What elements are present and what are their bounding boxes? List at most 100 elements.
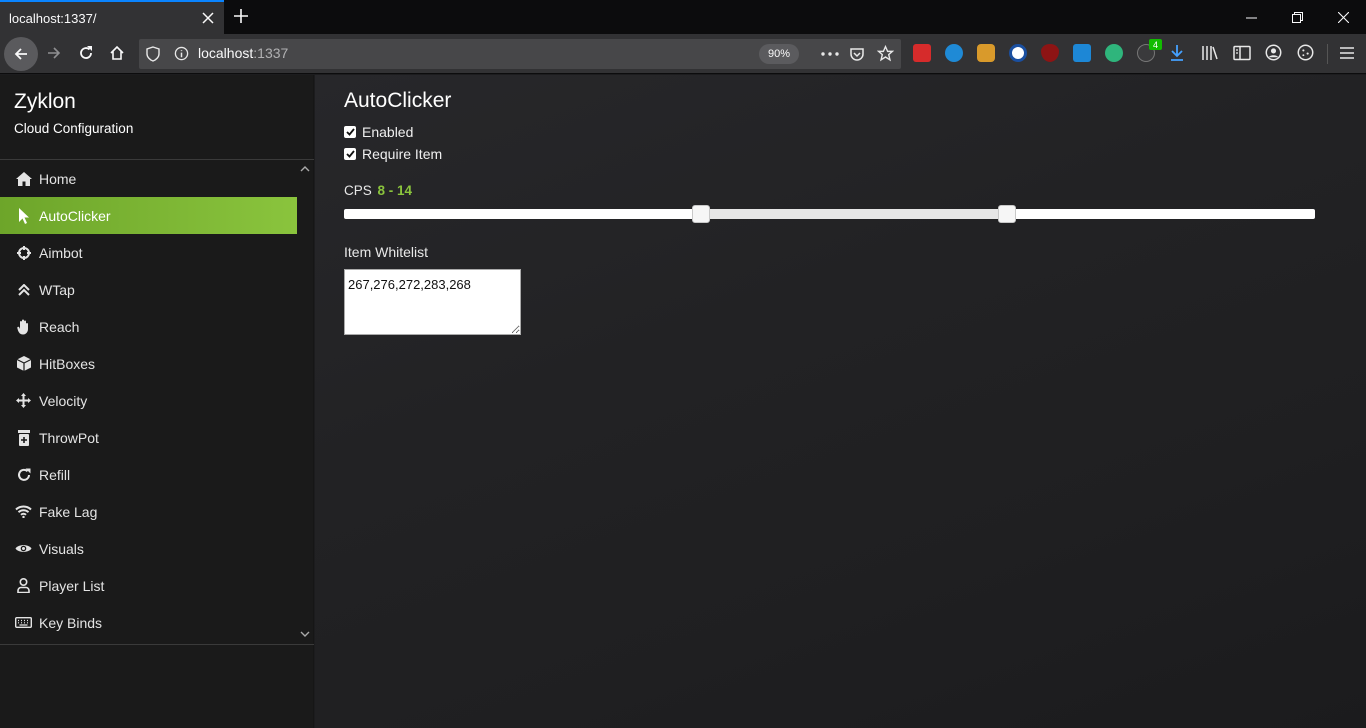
extension-ublock-icon[interactable] [1041, 44, 1059, 62]
sidebar: Zyklon Cloud Configuration Home AutoClic… [0, 75, 314, 728]
sidebar-item-label: Player List [39, 577, 105, 594]
cps-label-row: CPS 8 - 14 [344, 183, 412, 198]
enabled-label: Enabled [362, 124, 414, 140]
extension-lastpass-icon[interactable] [913, 44, 931, 62]
extension-figure-icon[interactable] [977, 44, 995, 62]
sidebar-divider [0, 644, 314, 645]
home-icon [110, 45, 124, 60]
cursor-icon [15, 207, 32, 224]
url-text: localhost:1337 [198, 45, 288, 61]
cps-label: CPS [344, 183, 372, 198]
keyboard-icon [15, 614, 32, 631]
extension-globe-icon[interactable] [945, 44, 963, 62]
download-icon[interactable] [1169, 44, 1185, 62]
scroll-down-icon[interactable] [300, 629, 310, 639]
bookmark-star-icon[interactable] [877, 45, 894, 62]
back-button[interactable] [4, 37, 38, 71]
tab-title: localhost:1337/ [9, 10, 97, 26]
sidebar-item-wtap[interactable]: WTap [0, 271, 297, 308]
sidebar-item-label: Visuals [39, 540, 84, 557]
sidebar-item-label: Reach [39, 318, 80, 335]
brand-subtitle: Cloud Configuration [14, 121, 134, 136]
eye-icon [15, 540, 32, 557]
cps-range-slider[interactable] [344, 205, 1315, 223]
sidebar-item-throwpot[interactable]: ThrowPot [0, 419, 297, 456]
sidebar-item-refill[interactable]: Refill [0, 456, 297, 493]
sidebar-item-label: Fake Lag [39, 503, 98, 520]
shield-icon[interactable] [146, 46, 160, 62]
account-icon[interactable] [1265, 44, 1282, 61]
sidebar-item-label: HitBoxes [39, 355, 96, 372]
browser-tab[interactable]: localhost:1337/ [0, 0, 224, 34]
arrows-move-icon [15, 392, 32, 409]
url-port: :1337 [253, 45, 289, 61]
extension-sync-icon[interactable] [1105, 44, 1123, 62]
enabled-checkbox-row[interactable]: Enabled [344, 124, 413, 140]
checkmark-icon [345, 150, 355, 158]
sidebar-item-autoclicker[interactable]: AutoClicker [0, 197, 297, 234]
zoom-level-badge[interactable]: 90% [759, 44, 799, 64]
tab-close-icon[interactable] [196, 6, 220, 30]
sidebar-item-reach[interactable]: Reach [0, 308, 297, 345]
crosshair-icon [15, 244, 32, 261]
cps-max-handle[interactable] [998, 205, 1016, 223]
sidebar-item-label: Velocity [39, 392, 88, 409]
reload-icon [80, 46, 92, 59]
browser-toolbar: localhost:1337 90% 4 [0, 34, 1366, 74]
home-button[interactable] [102, 38, 132, 68]
sidebar-item-key-binds[interactable]: Key Binds [0, 604, 297, 641]
restore-icon[interactable] [1274, 0, 1320, 34]
sidebar-item-hitboxes[interactable]: HitBoxes [0, 345, 297, 382]
potion-icon [15, 429, 32, 446]
url-bar[interactable]: localhost:1337 90% [139, 39, 901, 69]
sidebar-item-player-list[interactable]: Player List [0, 567, 297, 604]
browser-tab-bar: localhost:1337/ [0, 0, 1366, 34]
wifi-icon [15, 503, 32, 520]
sidebar-toggle-icon[interactable] [1233, 45, 1251, 61]
page-content: Zyklon Cloud Configuration Home AutoClic… [0, 75, 1366, 728]
sidebar-item-label: ThrowPot [39, 429, 99, 446]
require-item-checkbox-row[interactable]: Require Item [344, 146, 442, 162]
new-tab-icon[interactable] [228, 3, 254, 29]
forward-button[interactable] [39, 38, 69, 68]
require-item-label: Require Item [362, 146, 443, 162]
back-arrow-icon [14, 48, 27, 60]
url-host: localhost [198, 45, 254, 61]
hand-icon [15, 318, 32, 335]
sidebar-item-fake-lag[interactable]: Fake Lag [0, 493, 297, 530]
forward-arrow-icon [48, 47, 61, 59]
library-icon[interactable] [1201, 45, 1219, 61]
cookie-icon[interactable] [1297, 44, 1314, 61]
minimize-icon[interactable] [1228, 0, 1274, 34]
item-whitelist-textarea[interactable]: 267,276,272,283,268 [344, 269, 521, 335]
cps-min-handle[interactable] [692, 205, 710, 223]
page-actions-icon[interactable] [821, 52, 839, 56]
brand-title: Zyklon [14, 90, 76, 113]
sidebar-item-home[interactable]: Home [0, 160, 297, 197]
extension-s-circle-icon[interactable] [1009, 44, 1027, 62]
refresh-icon [15, 466, 32, 483]
sidebar-item-label: WTap [39, 281, 75, 298]
hamburger-menu-icon[interactable] [1340, 46, 1354, 60]
pocket-icon[interactable] [849, 46, 865, 62]
cube-icon [15, 355, 32, 372]
double-chevron-up-icon [15, 281, 32, 298]
sidebar-item-label: Key Binds [39, 614, 103, 631]
sidebar-item-label: AutoClicker [39, 207, 111, 224]
close-window-icon[interactable] [1320, 0, 1366, 34]
scroll-up-icon[interactable] [300, 164, 310, 174]
checkmark-icon [345, 128, 355, 136]
info-icon[interactable] [174, 46, 189, 61]
sidebar-item-label: Home [39, 170, 77, 187]
home-icon [15, 170, 32, 187]
sidebar-item-visuals[interactable]: Visuals [0, 530, 297, 567]
sidebar-item-velocity[interactable]: Velocity [0, 382, 297, 419]
reload-button[interactable] [71, 38, 101, 68]
require-item-checkbox[interactable] [344, 148, 356, 160]
extension-s-square-icon[interactable] [1073, 44, 1091, 62]
whitelist-label: Item Whitelist [344, 244, 429, 260]
sidebar-item-label: Refill [39, 466, 71, 483]
sidebar-item-label: Aimbot [39, 244, 83, 261]
sidebar-item-aimbot[interactable]: Aimbot [0, 234, 297, 271]
enabled-checkbox[interactable] [344, 126, 356, 138]
